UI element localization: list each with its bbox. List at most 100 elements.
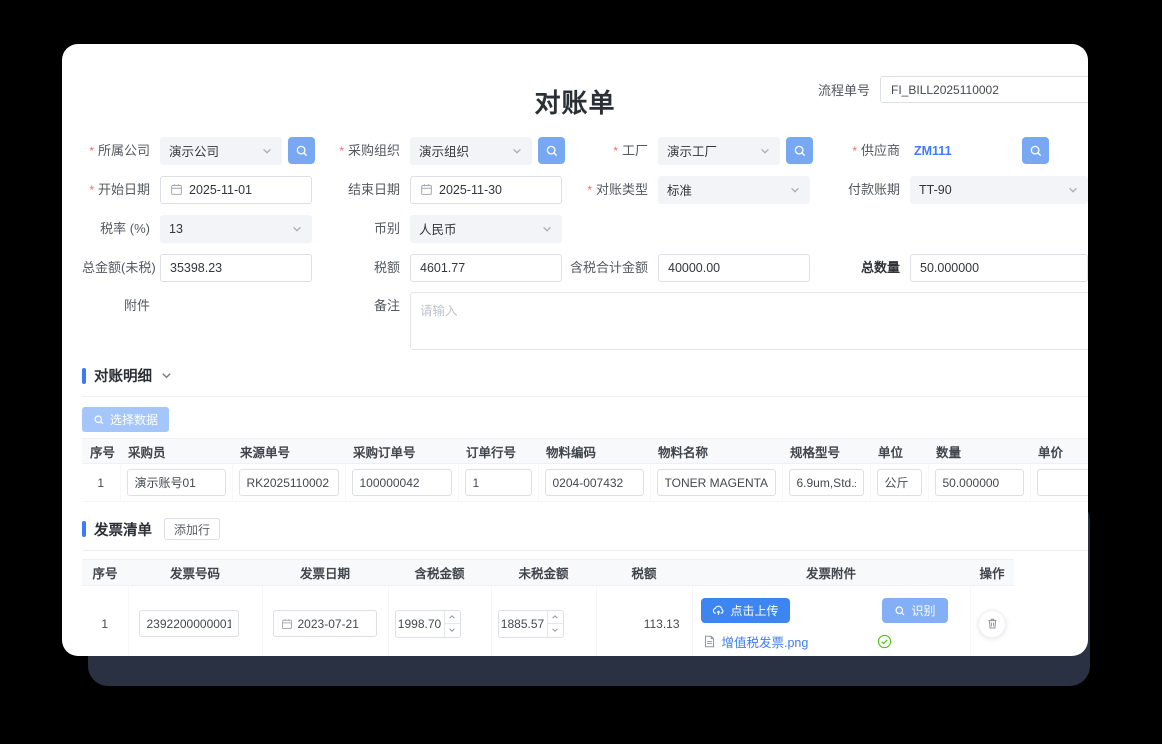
tax-amount-label: 税额 [320, 254, 410, 282]
remark-textarea[interactable] [410, 292, 1088, 350]
material-code-input[interactable] [545, 469, 644, 496]
upload-button[interactable]: 点击上传 [701, 598, 790, 623]
invoice-header-row: 序号 发票号码 发票日期 含税金额 未税金额 税额 发票附件 操作 [82, 560, 1014, 586]
detail-section-header: 对账明细 [82, 365, 1088, 386]
col-price: 单价 [1030, 439, 1088, 464]
process-number-label: 流程单号 [818, 80, 870, 99]
col-invoice-no: 发票号码 [128, 560, 262, 586]
select-data-button[interactable]: 选择数据 [82, 407, 169, 432]
step-up-icon[interactable] [548, 611, 563, 625]
col-tax: 税额 [596, 560, 692, 586]
payment-term-select[interactable]: TT-90 [910, 176, 1088, 204]
upload-success-check-icon [877, 634, 892, 649]
company-search-button[interactable] [288, 137, 315, 164]
factory-select[interactable]: 演示工厂 [658, 137, 780, 165]
qty-input[interactable] [935, 469, 1024, 496]
total-untaxed-input[interactable] [160, 254, 312, 282]
line-no-input[interactable] [465, 469, 532, 496]
col-line-no: 订单行号 [458, 439, 538, 464]
total-qty-input[interactable] [910, 254, 1088, 282]
source-no-input[interactable] [239, 469, 339, 496]
factory-search-button[interactable] [786, 137, 813, 164]
col-buyer: 采购员 [120, 439, 232, 464]
section-bar [82, 368, 86, 384]
chevron-down-icon [261, 145, 273, 157]
po-no-input[interactable] [352, 469, 452, 496]
recon-type-select[interactable]: 标准 [658, 176, 810, 204]
add-row-button[interactable]: 添加行 [164, 518, 220, 540]
tax-rate-select[interactable]: 13 [160, 215, 312, 243]
start-date-label: 开始日期 [82, 176, 160, 204]
col-material-name: 物料名称 [650, 439, 782, 464]
search-icon [793, 144, 807, 158]
spec-input[interactable] [789, 469, 864, 496]
form-row-5: 附件 备注 [82, 292, 1088, 356]
chevron-down-icon [291, 223, 303, 235]
invoice-section-title: 发票清单 [94, 519, 152, 540]
col-invoice-attachment: 发票附件 [692, 560, 970, 586]
col-material-code: 物料编码 [538, 439, 650, 464]
supplier-label: 供应商 [818, 137, 910, 165]
search-icon [545, 144, 559, 158]
step-down-icon[interactable] [548, 624, 563, 637]
chevron-down-icon [541, 223, 553, 235]
currency-select[interactable]: 人民币 [410, 215, 562, 243]
invoice-seq: 1 [82, 586, 128, 657]
price-input[interactable] [1037, 469, 1089, 496]
invoice-date-input[interactable]: 2023-07-21 [273, 610, 377, 637]
invoice-attachment-cell: 点击上传 识别 [692, 586, 970, 657]
trash-icon [986, 617, 999, 630]
step-up-icon[interactable] [445, 611, 460, 625]
payment-term-label: 付款账期 [818, 176, 910, 204]
col-unit: 单位 [870, 439, 928, 464]
invoice-no-input[interactable] [139, 610, 239, 637]
search-icon [894, 605, 906, 617]
material-name-input[interactable] [657, 469, 776, 496]
form-row-2: 开始日期 2025-11-01 结束日期 2025 [82, 170, 1088, 209]
chevron-down-icon [789, 184, 801, 196]
form-row-1: 所属公司 演示公司 采购组织 [82, 131, 1088, 170]
delete-row-button[interactable] [978, 610, 1006, 638]
detail-seq: 1 [82, 464, 120, 502]
buyer-input[interactable] [127, 469, 226, 496]
chevron-down-icon [759, 145, 771, 157]
col-actions: 操作 [970, 560, 1014, 586]
process-number-input[interactable] [880, 76, 1088, 103]
supplier-search-button[interactable] [1022, 137, 1049, 164]
tax-rate-label: 税率 (%) [82, 215, 160, 243]
end-date-input[interactable]: 2025-11-30 [410, 176, 562, 204]
remark-label: 备注 [320, 292, 410, 320]
start-date-input[interactable]: 2025-11-01 [160, 176, 312, 204]
divider [82, 396, 1088, 397]
supplier-value[interactable]: ZM111 [910, 144, 1016, 158]
col-amount-with-tax: 含税金额 [388, 560, 491, 586]
search-icon [1029, 144, 1043, 158]
col-source-no: 来源单号 [232, 439, 345, 464]
amount-with-tax-stepper[interactable]: 1998.70 [395, 610, 461, 638]
step-down-icon[interactable] [445, 624, 460, 637]
unit-input[interactable] [877, 469, 922, 496]
invoice-table: 序号 发票号码 发票日期 含税金额 未税金额 税额 发票附件 操作 1 [82, 559, 1014, 656]
detail-table: 序号 采购员 来源单号 采购订单号 订单行号 物料编码 物料名称 规格型号 单位… [82, 438, 1088, 502]
tax-amount-input[interactable] [410, 254, 562, 282]
invoice-row: 1 2023-07-21 1998.70 [82, 586, 1014, 657]
invoice-section-header: 发票清单 添加行 [82, 518, 1088, 540]
total-untaxed-label: 总金额(未税) [82, 254, 160, 282]
file-icon [703, 635, 716, 648]
col-po-no: 采购订单号 [345, 439, 458, 464]
purchase-org-select[interactable]: 演示组织 [410, 137, 532, 165]
chevron-down-icon [511, 145, 523, 157]
col-seq: 序号 [82, 560, 128, 586]
total-qty-label: 总数量 [818, 254, 910, 282]
purchase-org-search-button[interactable] [538, 137, 565, 164]
factory-label: 工厂 [570, 137, 658, 165]
ocr-recognize-button[interactable]: 识别 [882, 598, 947, 623]
attachment-file-link[interactable]: 增值税发票.png [722, 632, 809, 651]
collapse-chevron-icon[interactable] [160, 369, 173, 382]
attachment-label: 附件 [82, 292, 160, 320]
company-select[interactable]: 演示公司 [160, 137, 282, 165]
invoice-tax-value: 113.13 [596, 586, 692, 657]
amount-untaxed-stepper[interactable]: 1885.57 [498, 610, 564, 638]
total-with-tax-input[interactable] [658, 254, 810, 282]
calendar-icon [170, 183, 183, 196]
